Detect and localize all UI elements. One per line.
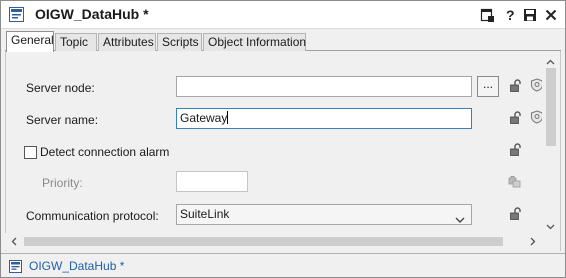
- detect-alarm-checkbox[interactable]: [24, 146, 37, 159]
- tab-scripts[interactable]: Scripts: [157, 33, 202, 51]
- object-editor-icon: [9, 7, 24, 22]
- general-panel: Server node: ... Server name: Gateway De…: [5, 51, 561, 251]
- detect-alarm-label[interactable]: Detect connection alarm: [40, 145, 169, 159]
- priority-label: Priority:: [42, 176, 83, 190]
- text-caret: [227, 111, 229, 124]
- scroll-right-icon[interactable]: [530, 237, 536, 246]
- status-bar: OIGW_DataHub *: [1, 253, 565, 277]
- dock-icon[interactable]: [479, 7, 495, 23]
- scroll-up-icon[interactable]: [546, 56, 555, 65]
- horizontal-scroll-thumb[interactable]: [24, 237, 503, 246]
- title-bar: OIGW_DataHub * ?: [1, 1, 565, 29]
- protocol-value: SuiteLink: [180, 207, 230, 221]
- scroll-down-icon[interactable]: [546, 221, 555, 230]
- multi-lock-icon: [508, 175, 522, 189]
- vertical-scroll-thumb[interactable]: [546, 68, 556, 146]
- priority-input: [176, 171, 248, 192]
- tab-strip: General Topic Attributes Scripts Object …: [5, 31, 561, 52]
- window-title: OIGW_DataHub *: [35, 6, 149, 22]
- browse-button[interactable]: ...: [477, 76, 499, 97]
- svg-text:?: ?: [506, 7, 515, 23]
- server-name-value: Gateway: [180, 111, 228, 125]
- editor-window: OIGW_DataHub * ? General Topic Attribute…: [0, 0, 566, 278]
- save-icon[interactable]: [522, 7, 538, 23]
- close-icon[interactable]: [543, 7, 559, 23]
- lock-icon[interactable]: [509, 207, 523, 221]
- tab-object-information[interactable]: Object Information: [203, 33, 306, 51]
- tab-attributes[interactable]: Attributes: [98, 33, 156, 51]
- server-node-label: Server node:: [26, 81, 95, 95]
- chevron-down-icon: [455, 211, 465, 223]
- help-icon[interactable]: ?: [502, 7, 518, 23]
- lock-icon[interactable]: [509, 79, 523, 93]
- scroll-left-icon[interactable]: [11, 237, 17, 246]
- server-name-input[interactable]: Gateway: [176, 108, 472, 129]
- tab-general[interactable]: General: [6, 31, 54, 52]
- server-node-input[interactable]: [176, 76, 472, 97]
- protocol-label: Communication protocol:: [26, 209, 159, 223]
- horizontal-scrollbar[interactable]: [5, 233, 542, 250]
- vertical-scrollbar[interactable]: [542, 51, 559, 233]
- scroll-corner: [542, 233, 559, 250]
- lock-icon[interactable]: [509, 143, 523, 157]
- server-name-label: Server name:: [26, 113, 99, 127]
- protocol-select[interactable]: SuiteLink: [176, 204, 472, 225]
- lock-icon[interactable]: [509, 111, 523, 125]
- status-object-link[interactable]: OIGW_DataHub *: [29, 259, 124, 273]
- tab-topic[interactable]: Topic: [55, 33, 97, 51]
- object-editor-icon: [9, 260, 22, 273]
